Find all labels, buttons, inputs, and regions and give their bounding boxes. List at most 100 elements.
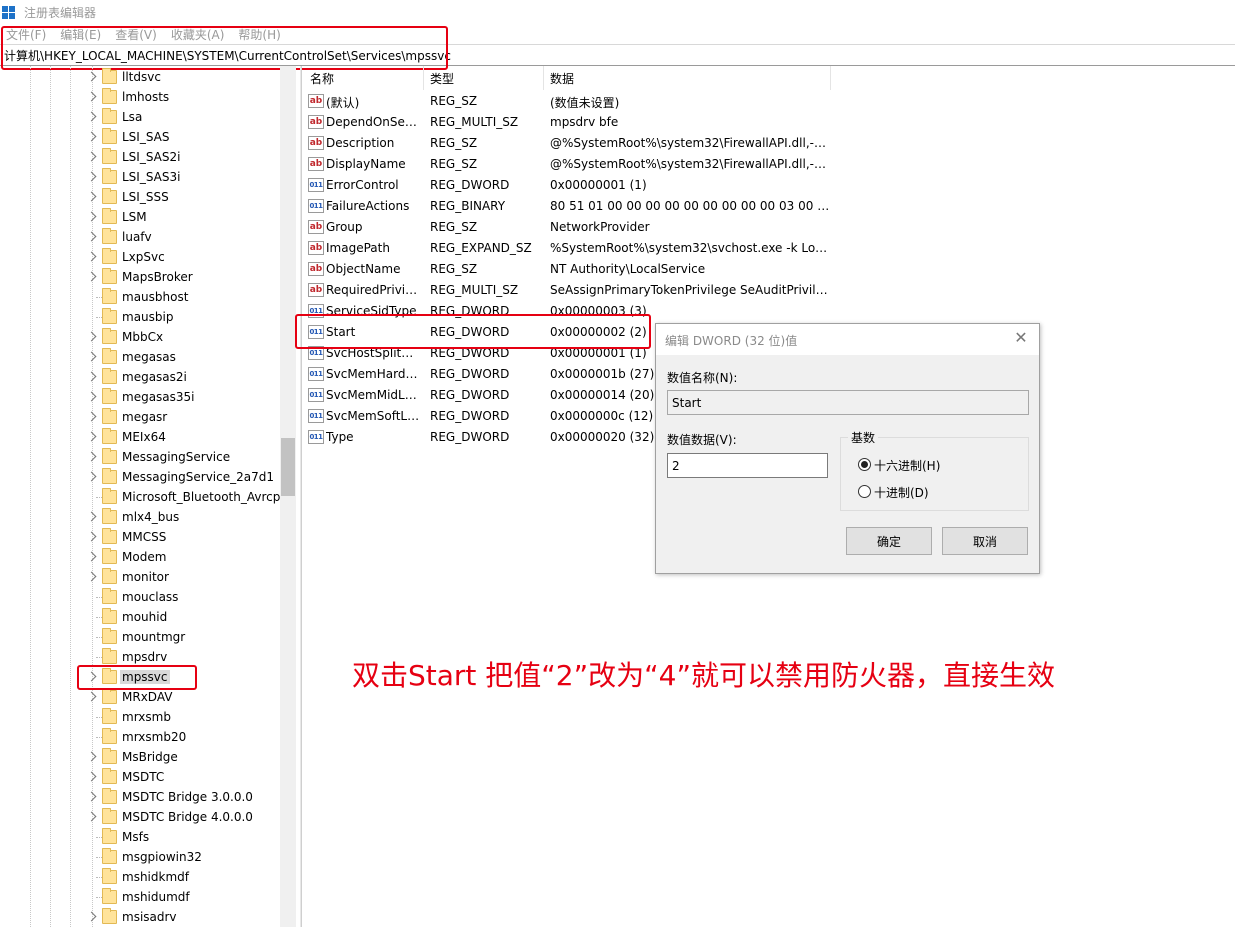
chevron-right-icon[interactable] bbox=[86, 791, 97, 802]
tree-item-mshidkmdf[interactable]: mshidkmdf bbox=[0, 867, 280, 887]
tree-item-mausbip[interactable]: mausbip bbox=[0, 307, 280, 327]
chevron-right-icon[interactable] bbox=[86, 571, 97, 582]
chevron-right-icon[interactable] bbox=[86, 131, 97, 142]
value-row-failureactions[interactable]: 011 FailureActions REG_BINARY 80 51 01 00 0… bbox=[304, 196, 844, 217]
hex-radio[interactable] bbox=[858, 458, 871, 471]
pane-splitter[interactable] bbox=[300, 66, 302, 927]
tree-item-mausbhost[interactable]: mausbhost bbox=[0, 287, 280, 307]
chevron-right-icon[interactable] bbox=[86, 271, 97, 282]
value-row-requiredprivileges[interactable]: abRequiredPrivileges REG_MULTI_SZ SeAssign… bbox=[304, 280, 844, 301]
chevron-right-icon[interactable] bbox=[86, 431, 97, 442]
column-header-data[interactable]: 数据 bbox=[544, 66, 831, 90]
tree-item-lxpsvc[interactable]: LxpSvc bbox=[0, 247, 280, 267]
value-data-input[interactable]: 2 bbox=[667, 453, 828, 478]
chevron-right-icon[interactable] bbox=[86, 191, 97, 202]
value-row-objectname[interactable]: ab ObjectName REG_SZ NT Authority\LocalServ… bbox=[304, 259, 844, 280]
dec-radio-label[interactable]: 十进制(D) bbox=[874, 484, 929, 501]
chevron-right-icon[interactable] bbox=[86, 371, 97, 382]
tree-item-lsi-sas2i[interactable]: LSI_SAS2i bbox=[0, 147, 280, 167]
chevron-right-icon[interactable] bbox=[86, 211, 97, 222]
close-icon[interactable]: ✕ bbox=[1013, 330, 1029, 346]
tree-item-mmcss[interactable]: MMCSS bbox=[0, 527, 280, 547]
cancel-button[interactable]: 取消 bbox=[942, 527, 1028, 555]
tree-scrollbar[interactable] bbox=[280, 66, 296, 927]
tree-item-monitor[interactable]: monitor bbox=[0, 567, 280, 587]
value-row-imagepath[interactable]: ab ImagePath REG_EXPAND_SZ %SystemRoot%\sys… bbox=[304, 238, 844, 259]
tree-item-meix64[interactable]: MEIx64 bbox=[0, 427, 280, 447]
chevron-right-icon[interactable] bbox=[86, 71, 97, 82]
chevron-right-icon[interactable] bbox=[86, 351, 97, 362]
tree-item-msisadrv[interactable]: msisadrv bbox=[0, 907, 280, 927]
chevron-right-icon[interactable] bbox=[86, 171, 97, 182]
column-header-name[interactable]: 名称 bbox=[304, 66, 424, 90]
value-row-dependonservice[interactable]: abDependOnService REG_MULTI_SZ mpsdrv bfe bbox=[304, 112, 844, 133]
value-row-default[interactable]: ab (默认) REG_SZ (数值未设置) bbox=[304, 91, 844, 112]
tree-item-lsi-sas[interactable]: LSI_SAS bbox=[0, 127, 280, 147]
value-row-description[interactable]: ab Description REG_SZ @%SystemRoot%\system3… bbox=[304, 133, 844, 154]
tree-item-mshidumdf[interactable]: mshidumdf bbox=[0, 887, 280, 907]
tree-scrollbar-thumb[interactable] bbox=[281, 438, 295, 496]
tree-item-lsi-sas3i[interactable]: LSI_SAS3i bbox=[0, 167, 280, 187]
tree-item-msbridge[interactable]: MsBridge bbox=[0, 747, 280, 767]
chevron-right-icon[interactable] bbox=[86, 91, 97, 102]
tree-item-luafv[interactable]: luafv bbox=[0, 227, 280, 247]
dec-radio[interactable] bbox=[858, 485, 871, 498]
tree-item-msdtc-bridge-3-0-0-0[interactable]: MSDTC Bridge 3.0.0.0 bbox=[0, 787, 280, 807]
tree-item-messagingservice[interactable]: MessagingService bbox=[0, 447, 280, 467]
ok-button[interactable]: 确定 bbox=[846, 527, 932, 555]
chevron-right-icon[interactable] bbox=[86, 251, 97, 262]
chevron-right-icon[interactable] bbox=[86, 551, 97, 562]
base-group-box bbox=[840, 437, 1029, 511]
tree-item-mrxsmb[interactable]: mrxsmb bbox=[0, 707, 280, 727]
tree-item-microsoft-bluetooth-avrcptransport[interactable]: Microsoft_Bluetooth_AvrcpTransport bbox=[0, 487, 296, 507]
chevron-right-icon[interactable] bbox=[86, 811, 97, 822]
chevron-right-icon[interactable] bbox=[86, 751, 97, 762]
tree-item-megasas[interactable]: megasas bbox=[0, 347, 280, 367]
tree-item-mrxdav[interactable]: MRxDAV bbox=[0, 687, 280, 707]
chevron-right-icon[interactable] bbox=[86, 231, 97, 242]
tree-item-lsi-sss[interactable]: LSI_SSS bbox=[0, 187, 280, 207]
chevron-right-icon[interactable] bbox=[86, 531, 97, 542]
tree-item-mapsbroker[interactable]: MapsBroker bbox=[0, 267, 280, 287]
folder-icon bbox=[102, 708, 117, 724]
tree-item-msdtc[interactable]: MSDTC bbox=[0, 767, 280, 787]
tree-item-mouhid[interactable]: mouhid bbox=[0, 607, 280, 627]
chevron-right-icon[interactable] bbox=[86, 331, 97, 342]
value-row-group[interactable]: ab Group REG_SZ NetworkProvider bbox=[304, 217, 844, 238]
tree-item-mbbcx[interactable]: MbbCx bbox=[0, 327, 280, 347]
hex-radio-label[interactable]: 十六进制(H) bbox=[874, 457, 940, 474]
tree-item-megasas2i[interactable]: megasas2i bbox=[0, 367, 280, 387]
tree-item-lsm[interactable]: LSM bbox=[0, 207, 280, 227]
tree-item-mrxsmb20[interactable]: mrxsmb20 bbox=[0, 727, 280, 747]
value-row-displayname[interactable]: ab DisplayName REG_SZ @%SystemRoot%\system3… bbox=[304, 154, 844, 175]
tree-item-lmhosts[interactable]: lmhosts bbox=[0, 87, 280, 107]
chevron-right-icon[interactable] bbox=[86, 771, 97, 782]
chevron-right-icon[interactable] bbox=[86, 511, 97, 522]
chevron-right-icon[interactable] bbox=[86, 911, 97, 922]
tree-item-megasas35i[interactable]: megasas35i bbox=[0, 387, 280, 407]
chevron-right-icon[interactable] bbox=[86, 391, 97, 402]
tree-item-mountmgr[interactable]: mountmgr bbox=[0, 627, 280, 647]
tree-item-mlx4-bus[interactable]: mlx4_bus bbox=[0, 507, 280, 527]
tree-item-label: Lsa bbox=[122, 110, 143, 124]
chevron-right-icon[interactable] bbox=[86, 111, 97, 122]
chevron-right-icon[interactable] bbox=[86, 451, 97, 462]
tree-item-lsa[interactable]: Lsa bbox=[0, 107, 280, 127]
tree-item-megasr[interactable]: megasr bbox=[0, 407, 280, 427]
tree-item-mouclass[interactable]: mouclass bbox=[0, 587, 280, 607]
value-name: RequiredPrivileges bbox=[326, 283, 420, 297]
tree-item-modem[interactable]: Modem bbox=[0, 547, 280, 567]
tree-item-lltdsvc[interactable]: lltdsvc bbox=[0, 67, 280, 87]
tree-item-mpsdrv[interactable]: mpsdrv bbox=[0, 647, 280, 667]
value-data: NT Authority\LocalService bbox=[550, 262, 706, 276]
tree-item-messagingservice-2a7d1[interactable]: MessagingService_2a7d1 bbox=[0, 467, 280, 487]
tree-item-msdtc-bridge-4-0-0-0[interactable]: MSDTC Bridge 4.0.0.0 bbox=[0, 807, 280, 827]
chevron-right-icon[interactable] bbox=[86, 691, 97, 702]
value-row-errorcontrol[interactable]: 011 ErrorControl REG_DWORD 0x00000001 (1) bbox=[304, 175, 844, 196]
tree-item-msfs[interactable]: Msfs bbox=[0, 827, 280, 847]
tree-item-msgpiowin32[interactable]: msgpiowin32 bbox=[0, 847, 280, 867]
chevron-right-icon[interactable] bbox=[86, 151, 97, 162]
column-header-type[interactable]: 类型 bbox=[424, 66, 544, 90]
chevron-right-icon[interactable] bbox=[86, 411, 97, 422]
chevron-right-icon[interactable] bbox=[86, 471, 97, 482]
